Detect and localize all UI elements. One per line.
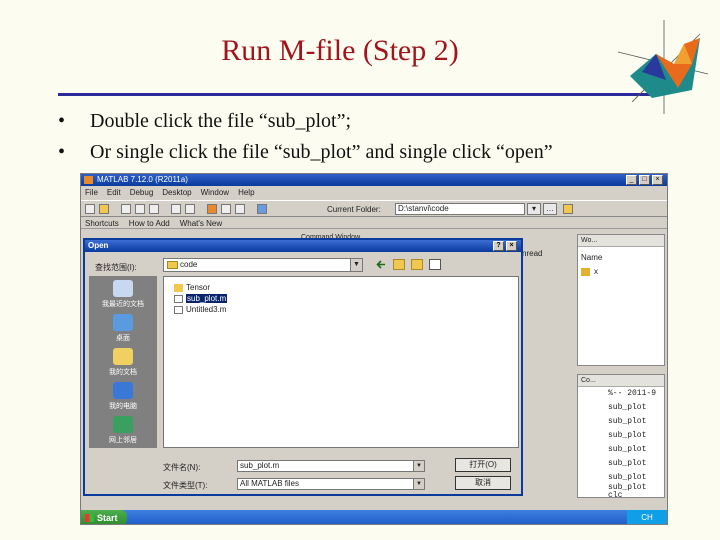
dialog-close-button[interactable]: × [506, 241, 517, 251]
minimize-button[interactable]: _ [626, 175, 637, 185]
bullet-item: • Or single click the file “sub_plot” and… [58, 141, 553, 163]
menu-debug[interactable]: Debug [130, 187, 154, 199]
open-dialog: Open ? × 查找范围(I): code ▼ 我最近的文档 桌面 我的文档 … [83, 238, 523, 496]
how-to-add-link[interactable]: How to Add [129, 218, 170, 228]
matlab-screenshot: MATLAB 7.12.0 (R2011a) _ □ × File Edit D… [80, 173, 668, 525]
menu-file[interactable]: File [85, 187, 98, 199]
place-my-documents[interactable]: 我的文档 [89, 348, 157, 377]
profiler-icon[interactable] [235, 204, 245, 214]
chevron-down-icon[interactable]: ▾ [527, 203, 541, 215]
m-file-icon [174, 295, 183, 303]
toolbar: Current Folder: D:\stanvi\code ▾ … [81, 200, 667, 217]
shortcuts-bar: Shortcuts How to Add What's New [81, 218, 667, 229]
help-icon[interactable] [257, 204, 267, 214]
place-my-computer[interactable]: 我的电脑 [89, 382, 157, 411]
redo-icon[interactable] [185, 204, 195, 214]
simulink-icon[interactable] [207, 204, 217, 214]
matlab-titlebar: MATLAB 7.12.0 (R2011a) _ □ × [81, 174, 667, 186]
close-button[interactable]: × [652, 175, 663, 185]
new-file-icon[interactable] [85, 204, 95, 214]
chevron-down-icon[interactable]: ▼ [413, 479, 424, 489]
browse-folder-button[interactable]: … [543, 203, 557, 215]
place-network[interactable]: 网上邻居 [89, 416, 157, 445]
desktop-icon [113, 314, 133, 331]
bullet-list: • Double click the file “sub_plot”; • Or s… [58, 110, 698, 172]
chevron-down-icon[interactable]: ▼ [413, 461, 424, 471]
system-tray[interactable]: CH [627, 510, 667, 524]
file-item-sub-plot[interactable]: sub_plot.m [174, 294, 228, 304]
undo-icon[interactable] [171, 204, 181, 214]
file-item-tensor[interactable]: Tensor [174, 283, 210, 293]
workspace-header: Wo... [578, 235, 664, 247]
places-bar: 我最近的文档 桌面 我的文档 我的电脑 网上邻居 [89, 276, 157, 448]
copy-icon[interactable] [135, 204, 145, 214]
workspace-variable[interactable]: x [581, 267, 598, 276]
current-folder-input[interactable]: D:\stanvi\code [395, 203, 525, 215]
filename-input[interactable]: sub_plot.m ▼ [237, 460, 425, 472]
menu-edit[interactable]: Edit [107, 187, 121, 199]
recent-documents-icon [113, 280, 133, 297]
place-recent[interactable]: 我最近的文档 [89, 280, 157, 309]
history-item[interactable]: sub_plot [608, 445, 646, 454]
file-list: Tensor sub_plot.m Untitled3.m [163, 276, 519, 448]
maximize-button[interactable]: □ [639, 175, 650, 185]
file-item-untitled3[interactable]: Untitled3.m [174, 305, 226, 315]
filetype-label: 文件类型(T): [163, 481, 208, 490]
view-menu-icon[interactable] [429, 259, 441, 270]
filename-label: 文件名(N): [163, 463, 201, 472]
chevron-down-icon[interactable]: ▼ [350, 259, 362, 271]
shortcuts-link[interactable]: Shortcuts [85, 218, 119, 228]
folder-icon [174, 284, 183, 292]
history-item[interactable]: sub_plot [608, 417, 646, 426]
history-item[interactable]: sub_plot [608, 459, 646, 468]
command-history-header: Co... [578, 375, 664, 387]
current-folder-label: Current Folder: [327, 205, 381, 214]
matlab-app-icon [84, 176, 93, 184]
workspace-panel: Wo... Name x [577, 234, 665, 366]
new-folder-icon[interactable] [411, 259, 423, 270]
menu-help[interactable]: Help [238, 187, 254, 199]
bullet-item: • Double click the file “sub_plot”; [58, 110, 352, 132]
up-folder-icon[interactable] [393, 259, 405, 270]
whats-new-link[interactable]: What's New [180, 218, 222, 228]
history-item[interactable]: clc [608, 491, 622, 500]
history-item[interactable]: sub_plot [608, 403, 646, 412]
my-computer-icon [113, 382, 133, 399]
windows-flag-icon [85, 514, 94, 522]
slide-title: Run M-file (Step 2) [221, 34, 459, 67]
open-folder-icon[interactable] [99, 204, 109, 214]
paste-icon[interactable] [149, 204, 159, 214]
matlab-logo-icon [617, 20, 709, 114]
look-in-label: 查找范围(I): [95, 263, 137, 272]
menu-bar: File Edit Debug Desktop Window Help [81, 187, 667, 199]
variable-icon [581, 267, 590, 276]
m-file-icon [174, 306, 183, 314]
history-item[interactable]: sub_plot [608, 431, 646, 440]
menu-desktop[interactable]: Desktop [162, 187, 191, 199]
place-desktop[interactable]: 桌面 [89, 314, 157, 343]
look-in-select[interactable]: code ▼ [163, 258, 363, 272]
network-icon [113, 416, 133, 433]
guide-icon[interactable] [221, 204, 231, 214]
open-button[interactable]: 打开(O) [455, 458, 511, 472]
history-item[interactable]: sub_plot [608, 473, 646, 482]
menu-window[interactable]: Window [201, 187, 229, 199]
my-documents-icon [113, 348, 133, 365]
title-divider [58, 93, 658, 96]
folder-icon [167, 261, 178, 269]
workspace-name-column[interactable]: Name [581, 253, 602, 262]
taskbar: Start CH [81, 510, 667, 524]
dialog-titlebar: Open ? × [85, 240, 521, 252]
start-button[interactable]: Start [81, 510, 127, 524]
back-arrow-icon[interactable] [375, 259, 387, 270]
dialog-help-button[interactable]: ? [493, 241, 504, 251]
command-history-panel: Co... %-- 2011-9 sub_plot sub_plot sub_p… [577, 374, 665, 500]
window-title: MATLAB 7.12.0 (R2011a) [97, 175, 188, 184]
dialog-title: Open [88, 241, 109, 250]
cut-icon[interactable] [121, 204, 131, 214]
cancel-button[interactable]: 取消 [455, 476, 511, 490]
filetype-select[interactable]: All MATLAB files ▼ [237, 478, 425, 490]
history-item[interactable]: %-- 2011-9 [608, 389, 656, 398]
up-folder-icon[interactable] [563, 204, 573, 214]
